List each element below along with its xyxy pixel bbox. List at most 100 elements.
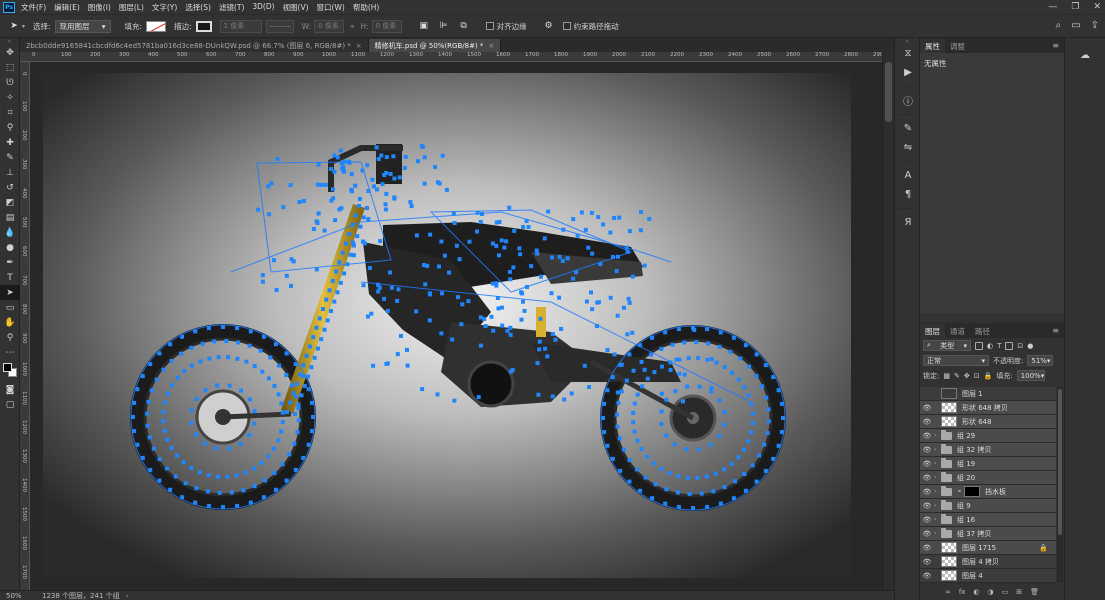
anchor-point[interactable] (659, 391, 664, 396)
anchor-point[interactable] (285, 410, 289, 414)
anchor-point[interactable] (244, 359, 249, 364)
anchor-point[interactable] (193, 329, 198, 334)
anchor-point[interactable] (361, 239, 366, 244)
anchor-point[interactable] (437, 181, 442, 186)
anchor-point[interactable] (252, 421, 257, 426)
new-layer-icon[interactable]: ⊞ (1016, 588, 1022, 600)
expand-arrow-icon[interactable]: › (934, 474, 941, 481)
anchor-point[interactable] (247, 343, 252, 348)
anchor-point[interactable] (508, 332, 513, 337)
crop-tool-icon[interactable]: ⌗ (0, 105, 20, 120)
layer-row[interactable]: 👁 › 组 19 (920, 457, 1056, 471)
anchor-point[interactable] (645, 454, 650, 459)
anchor-point[interactable] (301, 199, 306, 203)
search-icon[interactable]: ⌕ (1056, 20, 1062, 31)
direct-selection-tool-icon[interactable]: ➤ (0, 285, 20, 300)
anchor-point[interactable] (309, 400, 314, 405)
anchor-point[interactable] (553, 337, 558, 342)
anchor-point[interactable] (546, 209, 551, 214)
lock-all-icon[interactable]: 🔒 (984, 372, 993, 380)
trash-icon[interactable]: 🗑 (1030, 588, 1039, 600)
visibility-eye-icon[interactable]: 👁 (920, 502, 934, 510)
anchor-point[interactable] (714, 360, 719, 365)
visibility-eye-icon[interactable]: 👁 (920, 530, 934, 538)
anchor-point[interactable] (295, 430, 300, 435)
anchor-point[interactable] (258, 348, 263, 353)
visibility-eye-icon[interactable]: 👁 (920, 474, 934, 482)
anchor-point[interactable] (383, 207, 388, 212)
anchor-point[interactable] (622, 305, 626, 310)
lock-position-icon[interactable]: ✥ (964, 372, 970, 380)
anchor-point[interactable] (454, 243, 459, 248)
anchor-point[interactable] (180, 334, 185, 339)
anchor-point[interactable] (428, 292, 432, 297)
anchor-point[interactable] (280, 462, 285, 467)
anchor-point[interactable] (638, 343, 643, 348)
anchor-point[interactable] (537, 339, 542, 344)
anchor-point[interactable] (596, 300, 601, 305)
anchor-point[interactable] (135, 442, 140, 447)
anchor-point[interactable] (615, 424, 620, 429)
anchor-point[interactable] (427, 318, 432, 323)
menu-item[interactable]: 视图(V) (283, 2, 309, 13)
expand-arrow-icon[interactable]: › (934, 488, 941, 495)
clone-stamp-tool-icon[interactable]: ⊥ (0, 165, 20, 180)
anchor-point[interactable] (360, 168, 365, 173)
anchor-point[interactable] (316, 162, 321, 167)
anchor-point[interactable] (329, 167, 333, 171)
anchor-point[interactable] (651, 461, 656, 466)
anchor-point[interactable] (342, 159, 347, 164)
anchor-point[interactable] (643, 475, 648, 480)
anchor-point[interactable] (165, 437, 170, 442)
anchor-point[interactable] (632, 429, 637, 434)
anchor-point[interactable] (301, 455, 306, 460)
anchor-point[interactable] (507, 269, 512, 274)
anchor-point[interactable] (549, 291, 554, 296)
anchor-point[interactable] (616, 254, 620, 259)
layer-row[interactable]: 👁 › 组 29 (920, 429, 1056, 443)
anchor-point[interactable] (140, 374, 145, 379)
anchor-point[interactable] (276, 438, 281, 443)
anchor-point[interactable] (311, 335, 316, 340)
anchor-point[interactable] (535, 361, 540, 366)
expand-arrow-icon[interactable]: › (934, 516, 941, 523)
anchor-point[interactable] (617, 215, 622, 220)
anchor-point[interactable] (189, 420, 194, 425)
layer-row[interactable]: 👁 形状 648 (920, 415, 1056, 429)
scroll-thumb[interactable] (1058, 389, 1062, 535)
anchor-point[interactable] (256, 207, 261, 212)
anchor-point[interactable] (366, 189, 371, 193)
anchor-point[interactable] (289, 257, 294, 262)
anchor-point[interactable] (594, 324, 599, 328)
color-swatches[interactable] (0, 360, 20, 382)
anchor-point[interactable] (686, 356, 691, 361)
anchor-point[interactable] (482, 317, 487, 321)
anchor-point[interactable] (550, 255, 554, 260)
anchor-point[interactable] (659, 346, 664, 351)
anchor-point[interactable] (605, 348, 610, 352)
anchor-point[interactable] (267, 212, 272, 217)
anchor-point[interactable] (414, 233, 419, 238)
anchor-point[interactable] (733, 479, 737, 484)
anchor-point[interactable] (518, 252, 523, 257)
anchor-point[interactable] (489, 314, 494, 319)
anchor-point[interactable] (659, 421, 664, 426)
anchor-point[interactable] (306, 442, 311, 447)
anchor-point[interactable] (403, 154, 408, 159)
path-alignment-icon[interactable]: ⊫ (438, 20, 450, 32)
anchor-point[interactable] (610, 375, 615, 380)
anchor-point[interactable] (630, 330, 635, 335)
anchor-point[interactable] (304, 353, 309, 358)
brush-settings-icon[interactable]: ✎ (895, 119, 921, 138)
anchor-point[interactable] (524, 218, 529, 223)
blend-mode-dropdown[interactable]: 正常 ▾ (923, 355, 989, 366)
anchor-point[interactable] (385, 361, 390, 366)
anchor-point[interactable] (625, 249, 630, 254)
anchor-point[interactable] (395, 352, 400, 357)
anchor-point[interactable] (705, 357, 710, 362)
anchor-point[interactable] (314, 267, 319, 272)
anchor-point[interactable] (239, 388, 244, 393)
anchor-point[interactable] (627, 479, 632, 484)
visibility-eye-icon[interactable]: 👁 (920, 516, 934, 524)
anchor-point[interactable] (353, 183, 358, 188)
